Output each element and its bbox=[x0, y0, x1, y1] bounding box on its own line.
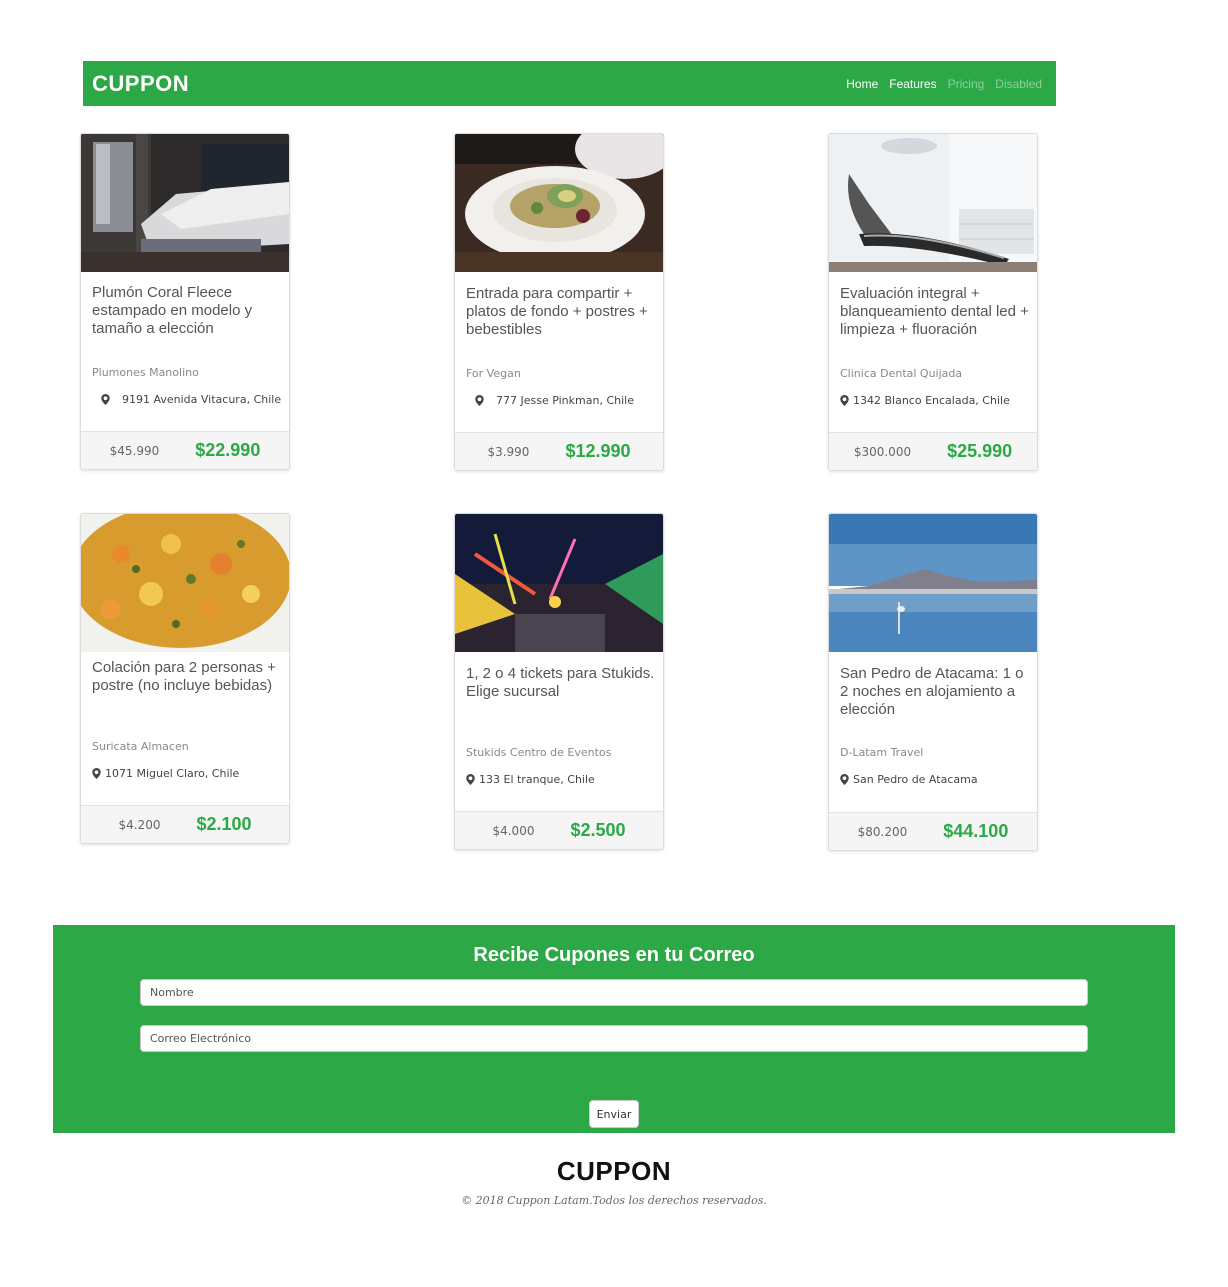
new-price: $25.990 bbox=[947, 441, 1013, 461]
card-title[interactable]: Entrada para compartir + platos de fondo… bbox=[466, 285, 655, 339]
dental-chair-photo bbox=[829, 134, 1037, 272]
newsletter-title: Recibe Cupones en tu Correo bbox=[473, 944, 755, 966]
card-vendor: D-Latam Travel bbox=[840, 746, 924, 759]
card-vendor: Stukids Centro de Eventos bbox=[466, 746, 612, 759]
navbar: CUPPON Home Features Pricing Disabled bbox=[83, 61, 1056, 106]
new-price: $2.100 bbox=[196, 814, 252, 834]
map-pin-icon bbox=[475, 395, 484, 406]
old-price: $80.200 bbox=[857, 824, 908, 839]
new-price: $44.100 bbox=[943, 821, 1009, 841]
card-price-bar: $3.990 $12.990 bbox=[455, 432, 663, 470]
card-vendor: Clinica Dental Quijada bbox=[840, 367, 963, 380]
map-pin-icon bbox=[466, 774, 475, 785]
coupon-card[interactable]: Plumón Coral Fleece estampado en modelo … bbox=[80, 133, 290, 470]
card-price-bar: $80.200 $44.100 bbox=[829, 812, 1037, 850]
old-price: $300.000 bbox=[853, 444, 912, 459]
card-address: 1342 Blanco Encalada, Chile bbox=[840, 394, 1010, 407]
new-price: $2.500 bbox=[570, 820, 626, 840]
card-address-text: 1071 Miguel Claro, Chile bbox=[105, 767, 240, 780]
name-input[interactable] bbox=[140, 979, 1088, 1006]
card-price-bar: $4.200 $2.100 bbox=[81, 805, 289, 843]
old-price: $4.200 bbox=[118, 817, 161, 832]
newsletter-section: Recibe Cupones en tu Correo Enviar bbox=[53, 925, 1175, 1133]
card-title[interactable]: Colación para 2 personas + postre (no in… bbox=[92, 659, 281, 695]
card-address: 133 El tranque, Chile bbox=[466, 773, 595, 786]
map-pin-icon bbox=[92, 768, 101, 779]
night-fair-photo bbox=[455, 514, 663, 652]
nav-link-pricing[interactable]: Pricing bbox=[948, 77, 985, 91]
nav-link-features[interactable]: Features bbox=[889, 77, 936, 91]
salt-lake-photo bbox=[829, 514, 1037, 652]
food-bowl-photo bbox=[81, 514, 289, 652]
email-input[interactable] bbox=[140, 1025, 1088, 1052]
salad-plate-photo bbox=[455, 134, 663, 272]
old-price: $3.990 bbox=[487, 444, 530, 459]
bedroom-photo bbox=[81, 134, 289, 272]
footer-copyright: © 2018 Cuppon Latam.Todos los derechos r… bbox=[461, 1194, 767, 1207]
coupon-card[interactable]: Colación para 2 personas + postre (no in… bbox=[80, 513, 290, 844]
card-vendor: Plumones Manolino bbox=[92, 366, 199, 379]
card-address: 1071 Miguel Claro, Chile bbox=[92, 767, 239, 780]
brand-logo[interactable]: CUPPON bbox=[92, 71, 189, 97]
card-address: 9191 Avenida Vitacura, Chile bbox=[101, 393, 281, 406]
new-price: $12.990 bbox=[565, 441, 631, 461]
nav-links: Home Features Pricing Disabled bbox=[846, 77, 1042, 91]
card-vendor: Suricata Almacen bbox=[92, 740, 189, 753]
coupon-card[interactable]: Entrada para compartir + platos de fondo… bbox=[454, 133, 664, 471]
coupon-card[interactable]: 1, 2 o 4 tickets para Stukids. Elige suc… bbox=[454, 513, 664, 850]
coupon-card[interactable]: San Pedro de Atacama: 1 o 2 noches en al… bbox=[828, 513, 1038, 851]
card-address-text: San Pedro de Atacama bbox=[853, 773, 978, 786]
old-price: $45.990 bbox=[109, 443, 160, 458]
map-pin-icon bbox=[101, 394, 110, 405]
old-price: $4.000 bbox=[492, 823, 535, 838]
card-title[interactable]: Plumón Coral Fleece estampado en modelo … bbox=[92, 284, 281, 338]
card-price-bar: $45.990 $22.990 bbox=[81, 431, 289, 469]
card-address-text: 133 El tranque, Chile bbox=[479, 773, 595, 786]
card-title[interactable]: Evaluación integral + blanqueamiento den… bbox=[840, 285, 1029, 339]
footer-brand: CUPPON bbox=[556, 1156, 672, 1186]
card-title[interactable]: San Pedro de Atacama: 1 o 2 noches en al… bbox=[840, 665, 1029, 719]
map-pin-icon bbox=[840, 774, 849, 785]
nav-link-home[interactable]: Home bbox=[846, 77, 878, 91]
card-title[interactable]: 1, 2 o 4 tickets para Stukids. Elige suc… bbox=[466, 665, 655, 701]
submit-button[interactable]: Enviar bbox=[589, 1100, 639, 1128]
card-address-text: 1342 Blanco Encalada, Chile bbox=[853, 394, 1010, 407]
nav-link-disabled: Disabled bbox=[995, 76, 1042, 91]
card-address-text: 9191 Avenida Vitacura, Chile bbox=[122, 393, 282, 406]
map-pin-icon bbox=[840, 395, 849, 406]
card-vendor: For Vegan bbox=[466, 367, 521, 380]
card-address-text: 777 Jesse Pinkman, Chile bbox=[496, 394, 634, 407]
card-price-bar: $300.000 $25.990 bbox=[829, 432, 1037, 470]
card-price-bar: $4.000 $2.500 bbox=[455, 811, 663, 849]
card-address: 777 Jesse Pinkman, Chile bbox=[475, 394, 634, 407]
coupon-card[interactable]: Evaluación integral + blanqueamiento den… bbox=[828, 133, 1038, 471]
card-address: San Pedro de Atacama bbox=[840, 773, 978, 786]
new-price: $22.990 bbox=[195, 440, 261, 460]
